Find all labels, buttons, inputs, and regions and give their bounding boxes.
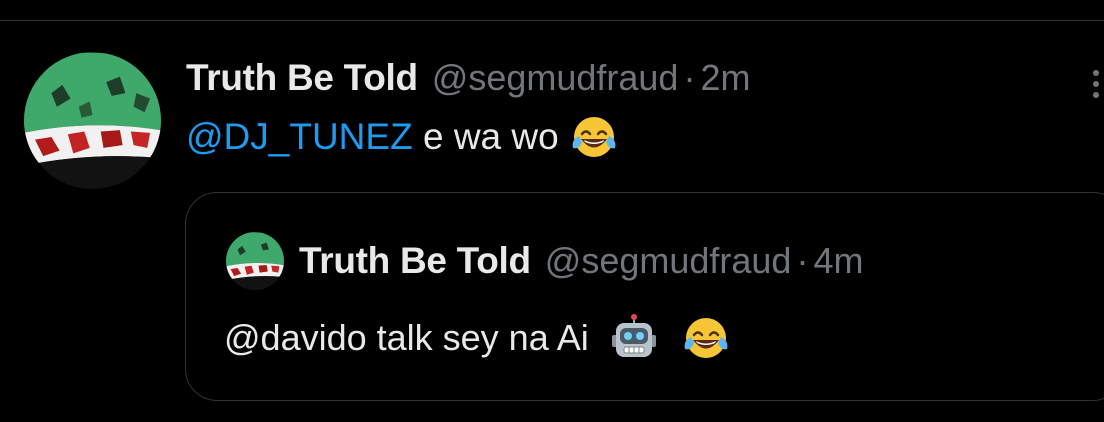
face-with-tears-of-joy-icon — [569, 112, 619, 162]
robot-face-icon — [609, 313, 659, 363]
quoted-tweet-text: @davido talk sey na Ai — [224, 313, 731, 363]
quoted-tweet-timestamp[interactable]: 4m — [813, 240, 863, 282]
author-avatar[interactable] — [24, 52, 161, 189]
tweet[interactable]: Truth Be Told @segmudfraud · 2m @DJ_TUNE… — [0, 21, 1104, 422]
quoted-tweet-header: Truth Be Told @segmudfraud · 4m — [299, 238, 863, 284]
quoted-tweet-card[interactable]: Truth Be Told @segmudfraud · 4m @davido … — [185, 192, 1104, 401]
separator-dot: · — [796, 240, 809, 281]
quoted-author-display-name[interactable]: Truth Be Told — [299, 240, 531, 282]
tweet-text: @DJ_TUNEZ e wa wo — [186, 113, 619, 161]
more-options-icon[interactable] — [1088, 66, 1104, 102]
quoted-author-avatar[interactable] — [226, 232, 284, 290]
author-display-name[interactable]: Truth Be Told — [186, 57, 418, 99]
avatar-image — [24, 52, 161, 189]
author-handle[interactable]: @segmudfraud — [432, 57, 679, 99]
tweet-timestamp[interactable]: 2m — [700, 57, 750, 99]
tweet-header: Truth Be Told @segmudfraud · 2m — [186, 55, 750, 101]
quoted-tweet-body-text: @davido talk sey na Ai — [224, 317, 599, 358]
quoted-author-handle[interactable]: @segmudfraud — [545, 240, 792, 282]
avatar-image — [226, 232, 284, 290]
mention-link[interactable]: @DJ_TUNEZ — [186, 116, 413, 158]
face-with-tears-of-joy-icon — [681, 313, 731, 363]
separator-dot: · — [683, 57, 696, 98]
tweet-body-text: e wa wo — [412, 116, 569, 157]
